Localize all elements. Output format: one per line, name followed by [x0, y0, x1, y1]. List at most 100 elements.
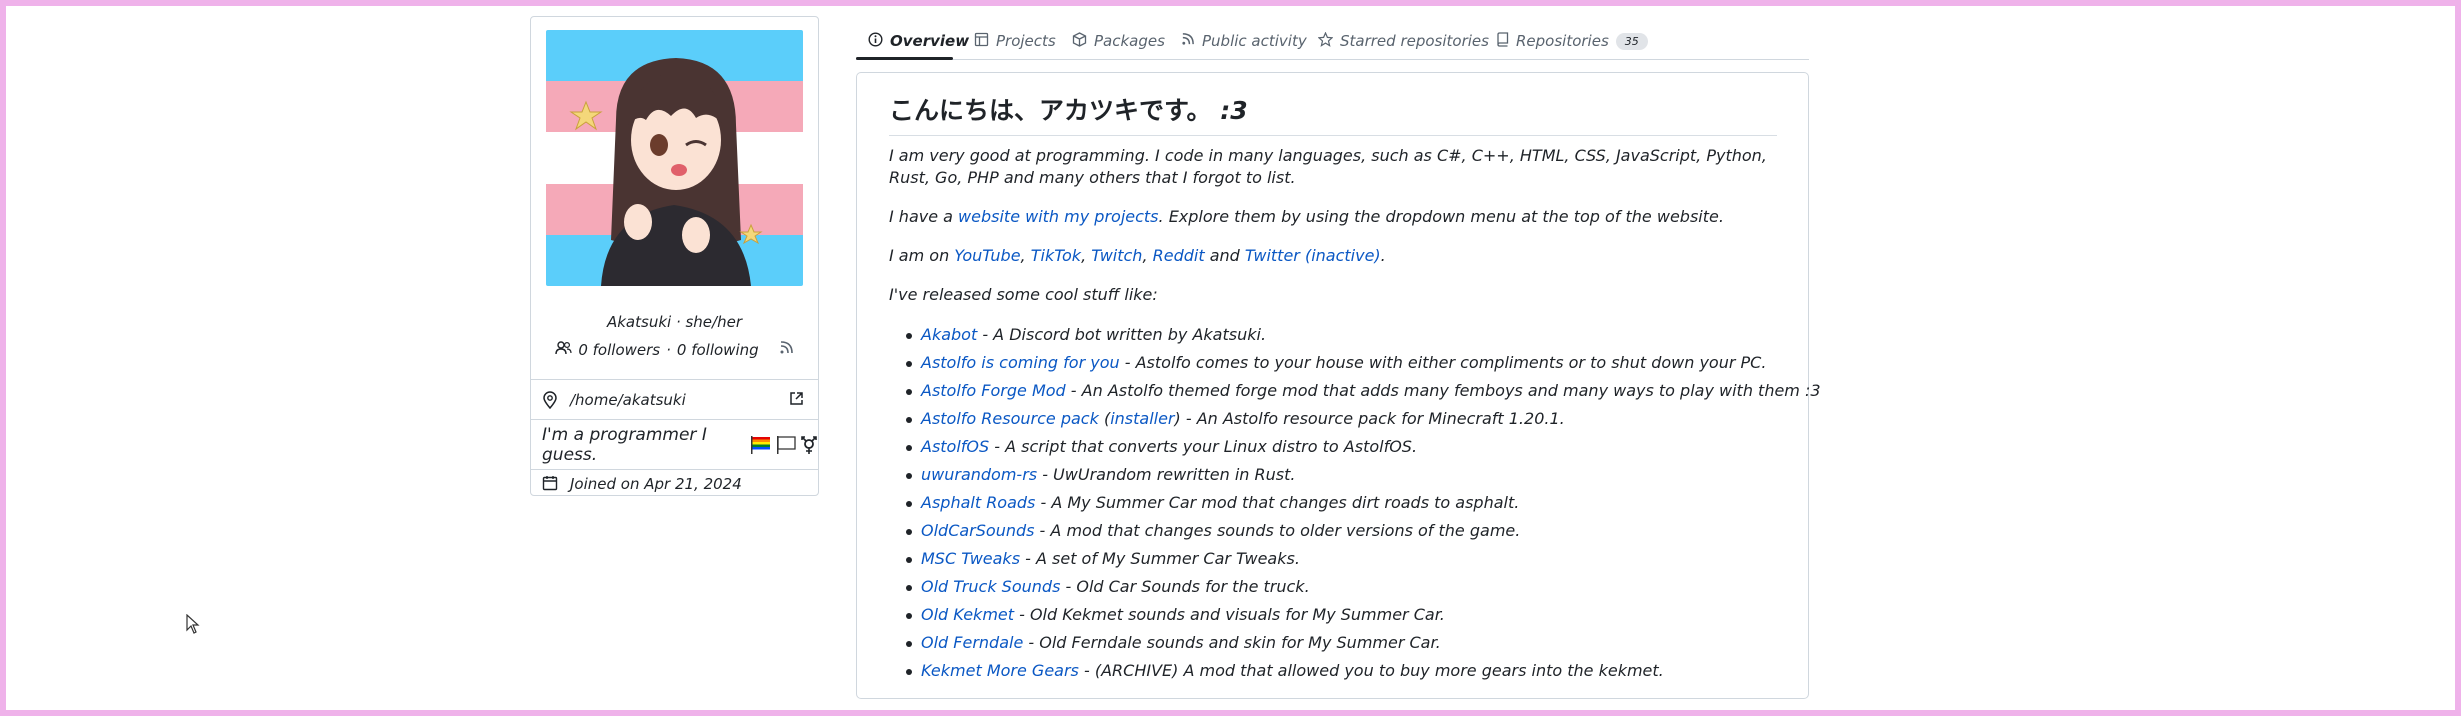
project-link[interactable]: Astolfo Forge Mod: [921, 381, 1066, 400]
project-link[interactable]: OldCarSounds: [921, 521, 1034, 540]
list-item: Asphalt Roads - A My Summer Car mod that…: [906, 489, 1781, 517]
twitch-link[interactable]: Twitch: [1091, 246, 1142, 265]
list-item: AstolfOS - A script that converts your L…: [906, 433, 1781, 461]
tab-label: Packages: [1094, 32, 1165, 50]
list-item: Old Truck Sounds - Old Car Sounds for th…: [906, 573, 1781, 601]
reddit-link[interactable]: Reddit: [1153, 246, 1205, 265]
profile-card: Akatsuki · she/her 0 followers · 0 follo…: [530, 16, 819, 496]
project-link[interactable]: Kekmet More Gears: [921, 661, 1079, 680]
readme-paragraph-socials: I am on YouTube, TikTok, Twitch, Reddit …: [889, 246, 1386, 265]
project-link[interactable]: Asphalt Roads: [921, 493, 1035, 512]
item-description: - (ARCHIVE) A mod that allowed you to bu…: [1078, 661, 1664, 680]
list-item: OldCarSounds - A mod that changes sounds…: [906, 517, 1781, 545]
heading-text: こんにちは、アカツキです。: [889, 96, 1212, 125]
readme-paragraph-website: I have a website with my projects. Explo…: [889, 206, 1769, 228]
project-link[interactable]: AstolfOS: [921, 437, 989, 456]
projects-list: Akabot - A Discord bot written by Akatsu…: [906, 321, 1821, 685]
twitter-link[interactable]: Twitter (inactive): [1245, 246, 1381, 265]
active-tab-indicator: [856, 57, 953, 60]
text: I am on: [889, 246, 955, 265]
item-description: - An Astolfo themed forge mod that adds …: [1065, 381, 1821, 400]
joined-row: Joined on Apr 21, 2024: [531, 469, 818, 497]
followers-link[interactable]: 0 followers: [578, 341, 660, 359]
project-link[interactable]: Akabot: [921, 325, 977, 344]
tab-overview[interactable]: Overview: [868, 24, 969, 58]
rss-icon[interactable]: [779, 340, 794, 359]
rss-icon: [1181, 32, 1195, 50]
project-link[interactable]: Astolfo is coming for you: [921, 353, 1120, 372]
tab-repositories[interactable]: Repositories 35: [1496, 24, 1648, 58]
package-icon: [1072, 31, 1087, 51]
text: . Explore them by using the dropdown men…: [1158, 207, 1724, 226]
following-link[interactable]: 0 following: [677, 341, 759, 359]
readme-heading: こんにちは、アカツキです。 :3: [889, 91, 1777, 136]
tab-label: Public activity: [1202, 32, 1307, 50]
list-item: uwurandom-rs - UwUrandom rewritten in Ru…: [906, 461, 1781, 489]
list-item: Astolfo is coming for you - Astolfo come…: [906, 349, 1781, 377]
tab-label: Starred repositories: [1340, 32, 1489, 50]
rainbow-flag-icon: [751, 435, 770, 454]
profile-readme: こんにちは、アカツキです。 :3 I am very good at progr…: [856, 72, 1821, 699]
calendar-icon: [542, 475, 560, 493]
item-description: - A set of My Summer Car Tweaks.: [1020, 549, 1300, 568]
item-description: - Astolfo comes to your house with eithe…: [1119, 353, 1767, 372]
item-description: (: [1098, 409, 1111, 428]
location-icon: [542, 390, 560, 409]
item-description: - A script that converts your Linux dist…: [989, 437, 1418, 456]
flag-icons: [750, 435, 818, 455]
youtube-link[interactable]: YouTube: [954, 246, 1020, 265]
list-item: Akabot - A Discord bot written by Akatsu…: [906, 321, 1781, 349]
text: and: [1204, 246, 1245, 265]
list-item: Old Ferndale - Old Ferndale sounds and s…: [906, 629, 1781, 657]
external-link-icon[interactable]: [789, 391, 804, 410]
item-description: - A Discord bot written by Akatsuki.: [977, 325, 1267, 344]
list-item: MSC Tweaks - A set of My Summer Car Twea…: [906, 545, 1781, 573]
item-description: - Old Ferndale sounds and skin for My Su…: [1023, 633, 1441, 652]
tiktok-link[interactable]: TikTok: [1031, 246, 1081, 265]
info-icon: [868, 31, 883, 51]
mouse-cursor-icon: [186, 613, 200, 638]
tab-projects[interactable]: Projects: [974, 24, 1056, 58]
list-item: Kekmet More Gears - (ARCHIVE) A mod that…: [906, 657, 1781, 685]
tab-packages[interactable]: Packages: [1072, 24, 1165, 58]
joined-text: Joined on Apr 21, 2024: [570, 474, 742, 493]
profile-tabs: Overview Projects Packages Public activi…: [856, 20, 1809, 60]
follow-stats: 0 followers · 0 following: [531, 340, 818, 359]
tab-public-activity[interactable]: Public activity: [1181, 24, 1307, 58]
tab-label: Projects: [996, 32, 1056, 50]
project-link[interactable]: Old Ferndale: [921, 633, 1023, 652]
bio-text: I'm a programmer I guess.: [542, 424, 707, 465]
star-icon: [1317, 30, 1334, 51]
readme-paragraph-released: I've released some cool stuff like:: [889, 285, 1158, 304]
repo-icon: [1496, 31, 1509, 51]
tab-label: Overview: [890, 32, 970, 50]
project-link[interactable]: uwurandom-rs: [921, 465, 1037, 484]
project-link[interactable]: Old Truck Sounds: [921, 577, 1060, 596]
tab-starred-repositories[interactable]: Starred repositories: [1317, 24, 1489, 58]
heading-emphasis: :3: [1220, 96, 1248, 125]
project-link[interactable]: Astolfo Resource pack: [921, 409, 1099, 428]
text: I have a: [889, 207, 959, 226]
white-flag-icon: [777, 435, 796, 454]
item-description: - Old Car Sounds for the truck.: [1060, 577, 1310, 596]
profile-name: Akatsuki · she/her: [606, 313, 742, 331]
item-description: ) - An Astolfo resource pack for Minecra…: [1174, 409, 1565, 428]
list-item: Old Kekmet - Old Kekmet sounds and visua…: [906, 601, 1781, 629]
installer-link[interactable]: installer: [1110, 409, 1174, 428]
list-item: Astolfo Forge Mod - An Astolfo themed fo…: [906, 377, 1821, 405]
repo-count-badge: 35: [1615, 32, 1648, 50]
project-link[interactable]: MSC Tweaks: [921, 549, 1020, 568]
item-description: - UwUrandom rewritten in Rust.: [1037, 465, 1296, 484]
item-description: - Old Kekmet sounds and visuals for My S…: [1014, 605, 1445, 624]
list-item: Astolfo Resource pack (installer) - An A…: [906, 405, 1781, 433]
website-link[interactable]: website with my projects: [958, 207, 1158, 226]
location-row: /home/akatsuki: [531, 379, 818, 419]
separator: ·: [666, 340, 671, 359]
location-text: /home/akatsuki: [570, 390, 686, 409]
transgender-symbol-icon: [801, 435, 817, 454]
tab-label: Repositories: [1516, 32, 1609, 50]
item-description: - A My Summer Car mod that changes dirt …: [1035, 493, 1520, 512]
project-link[interactable]: Old Kekmet: [921, 605, 1014, 624]
item-description: - A mod that changes sounds to older ver…: [1034, 521, 1521, 540]
avatar[interactable]: [546, 30, 803, 286]
